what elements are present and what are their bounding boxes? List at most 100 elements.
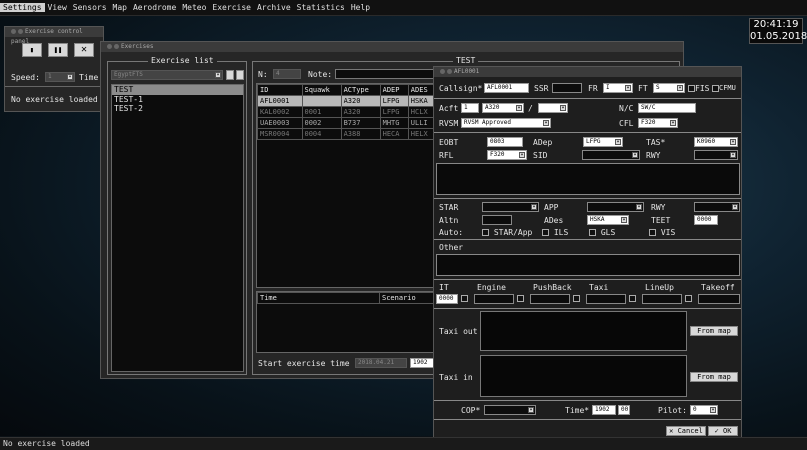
divider <box>5 86 103 87</box>
taxi-field[interactable] <box>586 294 626 304</box>
auto-vis-checkbox[interactable]: VIS <box>649 228 675 237</box>
column-header[interactable]: ACType <box>340 84 381 96</box>
table-row[interactable]: UAE0003 0002 B737 MHTG ULLI <box>257 117 438 129</box>
sid-field[interactable]: ▾ <box>582 150 640 160</box>
auto-gls-check[interactable] <box>589 229 596 236</box>
n-field[interactable]: 4 <box>273 69 301 79</box>
note-field[interactable] <box>335 69 435 79</box>
column-header[interactable]: Time <box>257 292 380 304</box>
auto-vis-check[interactable] <box>649 229 656 236</box>
nc-field[interactable]: SW/C <box>638 103 696 113</box>
pause-button[interactable]: ❚❚ <box>48 43 68 57</box>
engine-checkbox[interactable] <box>517 295 524 302</box>
rfl-select[interactable]: F320 ▾ <box>487 150 527 160</box>
stop-button[interactable]: ✕ <box>74 43 94 57</box>
exercises-titlebar[interactable]: Exercises <box>101 42 683 52</box>
table-row[interactable]: KAL0002 0001 A320 LFPG HCLX <box>257 106 438 118</box>
control-panel-titlebar[interactable]: Exercise control panel <box>5 27 103 45</box>
rwy-arr-select[interactable]: ▾ <box>694 202 740 212</box>
ok-button[interactable]: ✓ OK <box>708 426 738 436</box>
auto-ils-checkbox[interactable]: ILS <box>542 228 568 237</box>
taxi-out-field[interactable] <box>480 311 687 351</box>
ssr-field[interactable] <box>552 83 582 93</box>
ft-select[interactable]: S ▾ <box>653 83 685 93</box>
cfmu-checkbox[interactable]: CFMU <box>712 84 736 92</box>
exercise-filter-select[interactable]: EgyptFTS ▾ <box>111 70 223 80</box>
engine-field[interactable] <box>474 294 514 304</box>
auto-starapp-check[interactable] <box>482 229 489 236</box>
it-field[interactable]: 0000 <box>436 294 458 304</box>
exercise-detail-title: TEST <box>453 56 479 65</box>
cfl-select[interactable]: F320 ▾ <box>638 118 678 128</box>
column-header[interactable]: Squawk <box>301 84 342 96</box>
load-button[interactable]: ▮ <box>22 43 42 57</box>
ades-select[interactable]: HSKA ▾ <box>587 215 629 225</box>
cop-select[interactable]: ▾ <box>484 405 536 415</box>
menu-sensors[interactable]: Sensors <box>70 3 110 12</box>
eobt-field[interactable]: 0803 <box>487 137 523 147</box>
time-seconds-field[interactable]: 00 <box>618 405 630 415</box>
filter-add-button[interactable] <box>236 70 244 80</box>
ok-label: OK <box>723 427 732 435</box>
exercise-list-item[interactable]: TEST-2 <box>112 104 243 113</box>
acft-count-field[interactable]: 1 <box>461 103 479 113</box>
table-row[interactable]: MSR0004 0004 A388 HECA HELX <box>257 128 438 140</box>
table-row[interactable]: AFL0001 A320 LFPG HSKA <box>257 95 438 107</box>
speed-select[interactable]: 1 ▾ <box>45 72 75 82</box>
it-checkbox[interactable] <box>461 295 468 302</box>
takeoff-field[interactable] <box>698 294 740 304</box>
adep-select[interactable]: LFPG ▾ <box>583 137 623 147</box>
divider <box>434 400 741 401</box>
filter-options-button[interactable] <box>226 70 234 80</box>
fis-checkbox[interactable]: FIS <box>688 84 709 93</box>
altn-field[interactable] <box>482 215 512 225</box>
column-header[interactable]: ADEP <box>379 84 409 96</box>
cancel-button[interactable]: ✕ Cancel <box>666 426 706 436</box>
fr-select[interactable]: I ▾ <box>603 83 633 93</box>
rvsm-select[interactable]: RVSM Approved ▾ <box>461 118 551 128</box>
pushback-field[interactable] <box>530 294 570 304</box>
menu-aerodrome[interactable]: Aerodrome <box>130 3 179 12</box>
menu-map[interactable]: Map <box>110 3 130 12</box>
time-field[interactable]: 1902 <box>592 405 616 415</box>
pushback-checkbox[interactable] <box>573 295 580 302</box>
rwy-field[interactable]: ▾ <box>694 150 738 160</box>
acft-type-select[interactable]: A320 ▾ <box>482 103 524 113</box>
flight-dialog-titlebar[interactable]: AFL0001 <box>434 67 741 77</box>
exercise-list-item[interactable]: TEST-1 <box>112 95 243 104</box>
auto-gls-checkbox[interactable]: GLS <box>589 228 615 237</box>
column-header[interactable]: Scenario <box>379 292 437 304</box>
exercise-list-item[interactable]: TEST <box>112 85 243 95</box>
tas-select[interactable]: K0960 ▾ <box>694 137 738 147</box>
taxi-out-from-map-button[interactable]: From map <box>690 326 738 336</box>
menu-statistics[interactable]: Statistics <box>294 3 348 12</box>
callsign-field[interactable]: AFL0001 <box>484 83 529 93</box>
taxi-out-label: Taxi out <box>439 327 478 336</box>
auto-ils-check[interactable] <box>542 229 549 236</box>
menu-help[interactable]: Help <box>348 3 373 12</box>
cfmu-check[interactable] <box>712 84 719 92</box>
wake-select[interactable]: ▾ <box>538 103 568 113</box>
menu-meteo[interactable]: Meteo <box>179 3 209 12</box>
fis-check[interactable] <box>688 85 695 92</box>
lineup-checkbox[interactable] <box>685 295 692 302</box>
taxi-in-from-map-button[interactable]: From map <box>690 372 738 382</box>
menu-settings[interactable]: Settings <box>0 3 45 12</box>
star-select[interactable]: ▾ <box>482 202 539 212</box>
other-field[interactable] <box>436 254 740 276</box>
start-date-field[interactable]: 2018.04.21 <box>355 358 407 368</box>
menu-archive[interactable]: Archive <box>254 3 294 12</box>
pilot-select[interactable]: 0 ▾ <box>690 405 718 415</box>
menu-view[interactable]: View <box>45 3 70 12</box>
column-header[interactable]: ID <box>257 84 303 96</box>
lineup-field[interactable] <box>642 294 682 304</box>
teet-field[interactable]: 0000 <box>694 215 718 225</box>
taxi-in-field[interactable] <box>480 355 687 397</box>
taxi-checkbox[interactable] <box>629 295 636 302</box>
takeoff-label: Takeoff <box>701 283 735 292</box>
auto-starapp-checkbox[interactable]: STAR/App <box>482 228 532 237</box>
route-field[interactable] <box>436 163 740 195</box>
menu-exercise[interactable]: Exercise <box>209 3 254 12</box>
app-select[interactable]: ▾ <box>587 202 644 212</box>
chevron-down-icon: ▾ <box>670 120 676 126</box>
